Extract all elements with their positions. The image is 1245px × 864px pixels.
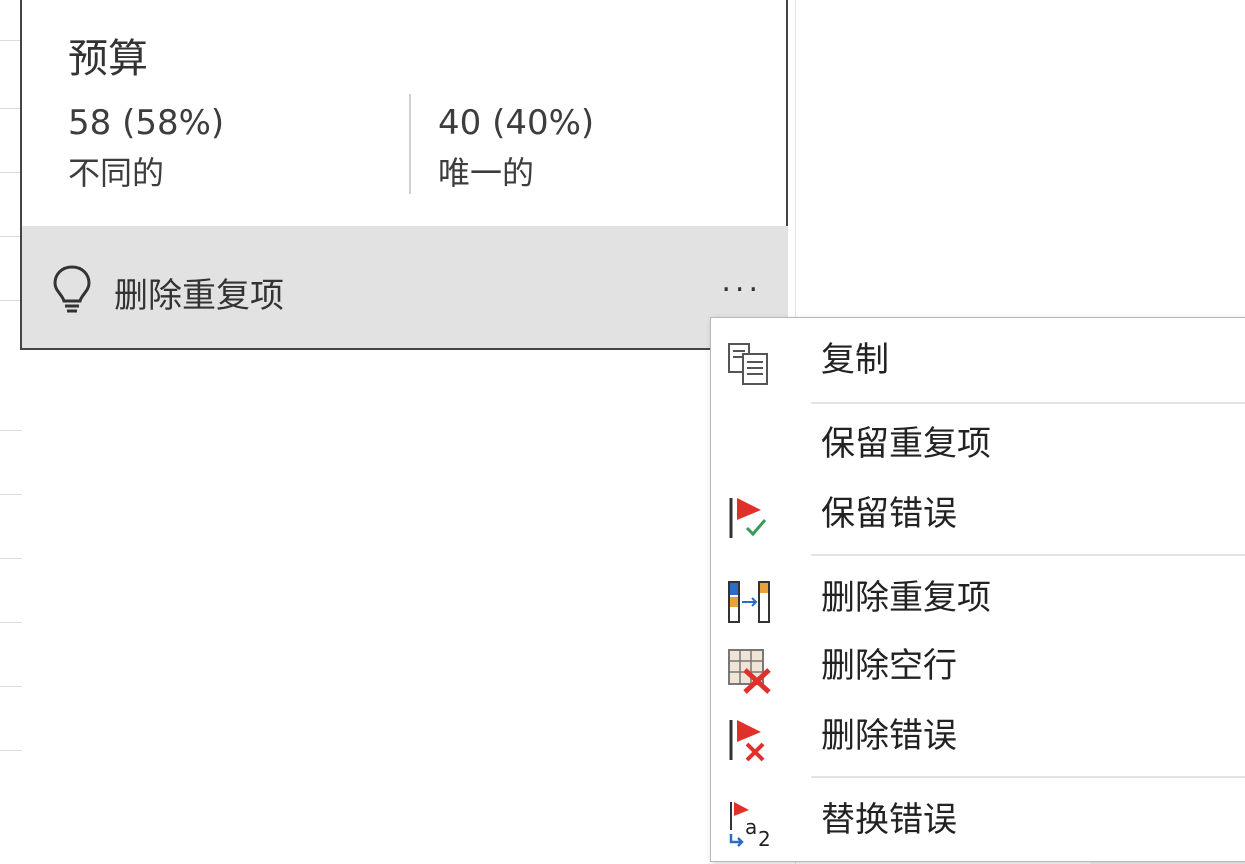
svg-text:2: 2: [758, 827, 771, 848]
grid-line: [0, 494, 22, 495]
distinct-stat: 58 (58%) 不同的: [68, 98, 224, 198]
grid-line: [0, 300, 22, 301]
grid-line: [0, 108, 22, 109]
copy-icon: [728, 343, 768, 385]
menu-item-label: 替换错误: [821, 800, 957, 840]
unique-value: 40 (40%): [438, 103, 595, 143]
menu-separator: [811, 554, 1245, 556]
unique-label: 唯一的: [438, 154, 535, 192]
menu-item-remove-errors[interactable]: 删除错误: [711, 704, 1245, 766]
keep-errors-icon: [729, 498, 767, 538]
menu-item-label: 删除错误: [821, 716, 957, 756]
unique-stat: 40 (40%) 唯一的: [438, 98, 594, 198]
menu-item-copy[interactable]: 复制: [711, 328, 1245, 390]
distinct-value: 58 (58%): [68, 103, 225, 143]
menu-item-label: 删除重复项: [821, 578, 991, 618]
menu-item-label: 复制: [821, 340, 889, 380]
grid-line: [0, 236, 22, 237]
more-options-button[interactable]: ...: [721, 264, 762, 299]
menu-item-label: 删除空行: [821, 646, 957, 686]
context-menu: 复制 保留重复项 保留错误 删除重复项 删除空行 删除错误 a 2 替换错误: [710, 317, 1245, 862]
grid-line: [0, 172, 22, 173]
remove-errors-icon: [729, 720, 765, 762]
distinct-label: 不同的: [68, 154, 165, 192]
svg-text:a: a: [745, 815, 757, 839]
suggestion-label[interactable]: 删除重复项: [114, 268, 284, 317]
grid-line: [0, 40, 22, 41]
grid-line: [0, 430, 22, 431]
grid-line: [0, 750, 22, 751]
remove-duplicates-icon: [728, 581, 770, 623]
menu-item-keep-errors[interactable]: 保留错误: [711, 482, 1245, 544]
suggestion-action-bar[interactable]: 删除重复项 ...: [22, 226, 788, 348]
grid-line: [0, 686, 22, 687]
stat-divider: [409, 94, 411, 194]
menu-separator: [811, 776, 1245, 778]
replace-errors-icon: a 2: [729, 802, 771, 848]
lightbulb-icon: [53, 265, 91, 313]
menu-item-label: 保留错误: [821, 494, 957, 534]
menu-item-label: 保留重复项: [821, 424, 991, 464]
grid-line: [0, 622, 22, 623]
grid-line: [0, 558, 22, 559]
column-profile-card: 预算 58 (58%) 不同的 40 (40%) 唯一的 删除重复项 ...: [20, 0, 788, 350]
column-title: 预算: [68, 36, 148, 82]
menu-item-remove-duplicates[interactable]: 删除重复项: [711, 566, 1245, 628]
menu-separator: [811, 402, 1245, 404]
menu-item-replace-errors[interactable]: a 2 替换错误: [711, 788, 1245, 850]
remove-empty-icon: [728, 649, 771, 694]
menu-item-keep-duplicates[interactable]: 保留重复项: [711, 412, 1245, 474]
menu-item-remove-empty[interactable]: 删除空行: [711, 634, 1245, 696]
